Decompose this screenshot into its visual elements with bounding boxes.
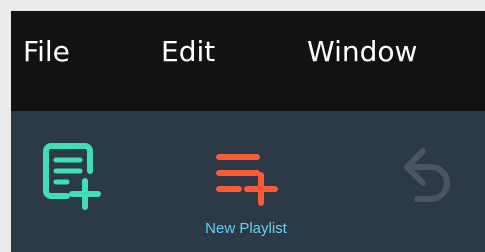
menu-bar: File Edit Window: [11, 11, 485, 111]
new-playlist-button[interactable]: New Playlist: [181, 111, 311, 252]
app-window: File Edit Window New Playlist: [11, 11, 485, 252]
new-playlist-label: New Playlist: [205, 220, 287, 237]
menu-file[interactable]: File: [23, 35, 70, 69]
undo-icon: [404, 148, 450, 202]
document-plus-icon: [43, 143, 101, 210]
new-document-button[interactable]: [29, 111, 129, 252]
toolbar: New Playlist: [11, 111, 485, 252]
menu-edit[interactable]: Edit: [161, 35, 215, 69]
undo-button[interactable]: [383, 111, 485, 252]
playlist-plus-icon: [216, 154, 278, 206]
menu-window[interactable]: Window: [307, 35, 417, 69]
